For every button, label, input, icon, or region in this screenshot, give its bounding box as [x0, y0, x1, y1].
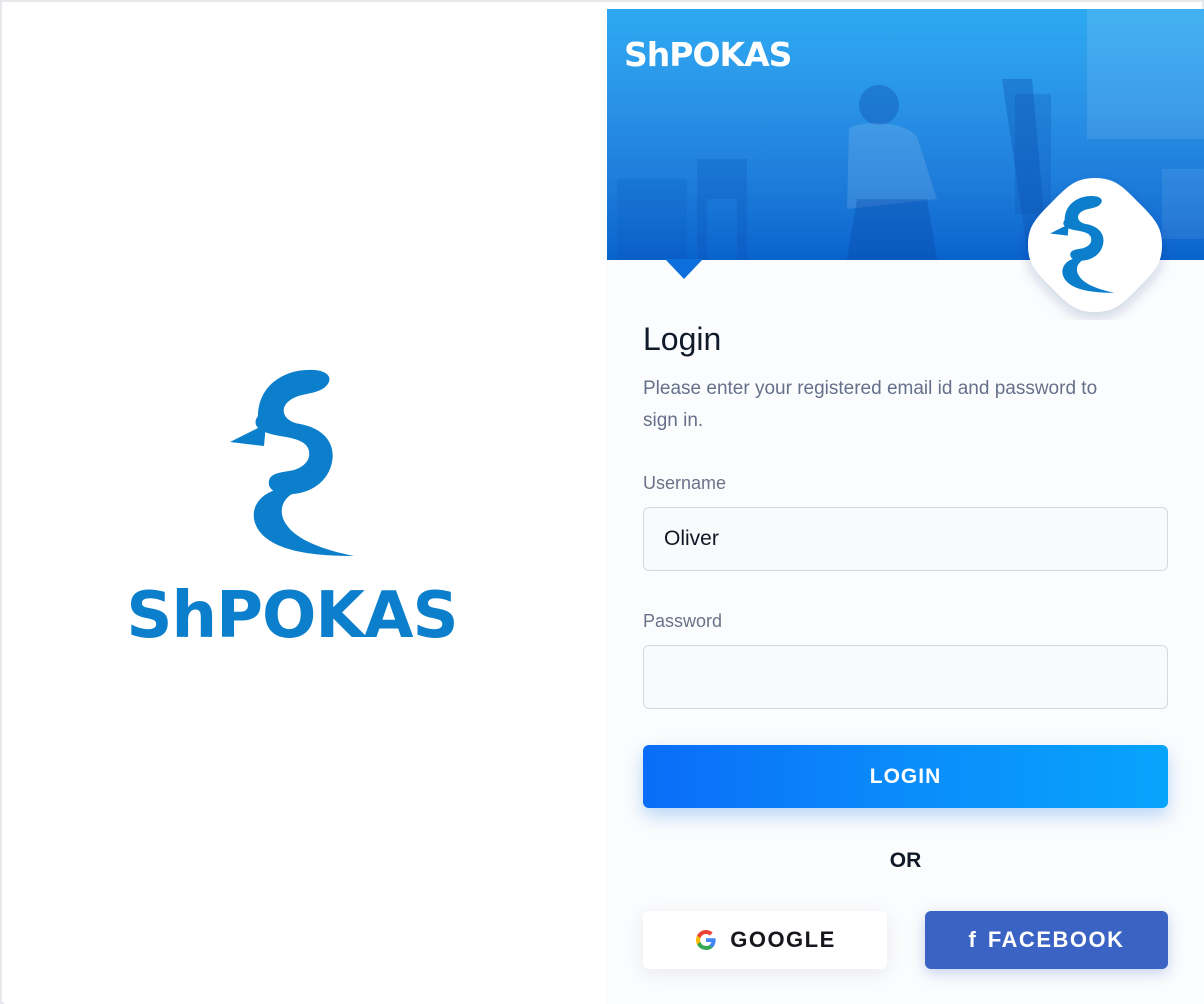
username-input[interactable]: Oliver — [643, 507, 1168, 571]
brand-panel: ShPOKAS — [4, 4, 607, 1004]
app-badge-icon — [1028, 178, 1162, 312]
facebook-signin-button[interactable]: f FACEBOOK — [925, 911, 1168, 969]
brand-logo-icon — [230, 369, 354, 556]
app-frame: ShPOKAS ShPOKAS Login Please enter your … — [0, 0, 1204, 1004]
facebook-icon: f — [968, 927, 976, 952]
login-button[interactable]: LOGIN — [643, 745, 1168, 808]
hero-pointer — [665, 259, 703, 279]
or-divider: OR — [889, 849, 922, 872]
hero-wordmark: ShPOKAS — [624, 35, 792, 74]
login-description: Please enter your registered email id an… — [643, 378, 1098, 431]
facebook-button-label: FACEBOOK — [987, 927, 1125, 952]
google-signin-button[interactable]: GOOGLE — [643, 911, 887, 969]
login-panel: ShPOKAS Login Please enter your register… — [607, 9, 1204, 1004]
password-input[interactable] — [643, 645, 1168, 709]
password-label: Password — [643, 611, 723, 631]
google-button-label: GOOGLE — [730, 927, 836, 952]
google-icon — [696, 930, 716, 950]
brand-wordmark: ShPOKAS — [126, 579, 458, 653]
username-label: Username — [643, 473, 727, 493]
login-title: Login — [643, 321, 722, 357]
